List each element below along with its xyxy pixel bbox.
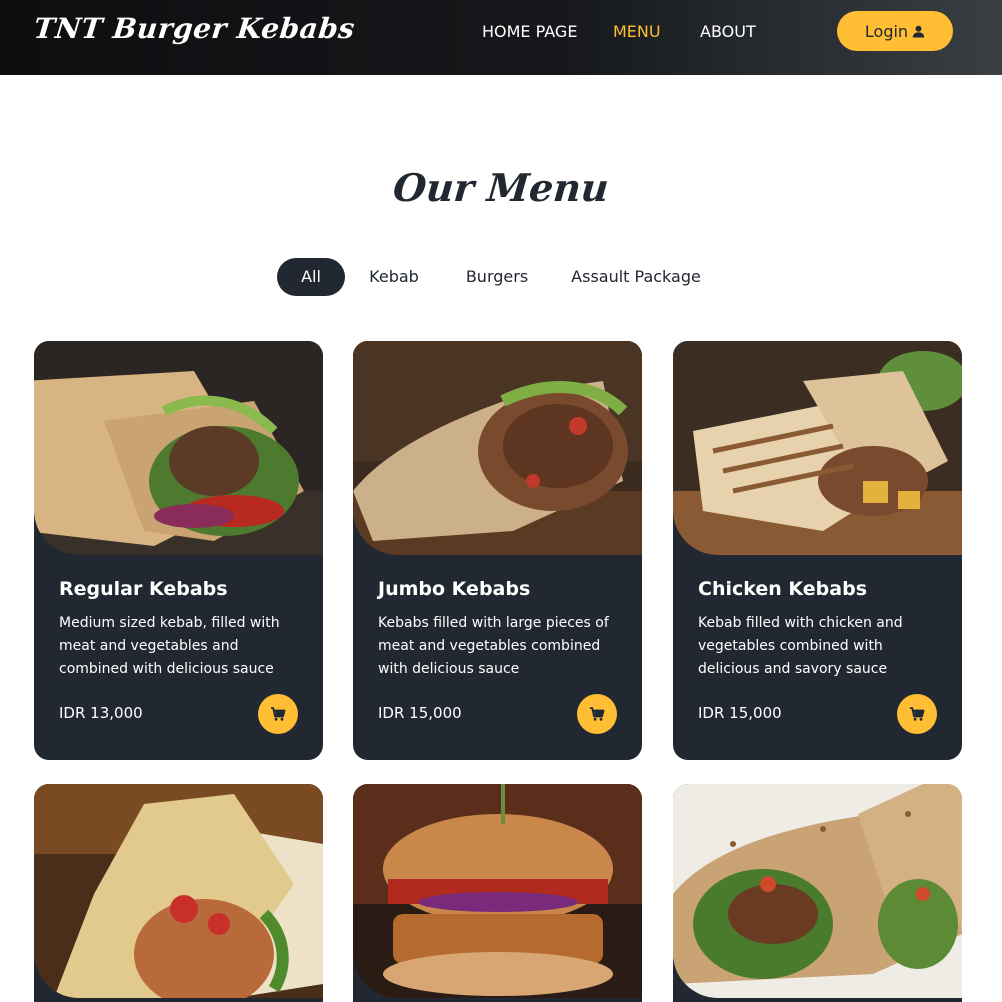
add-to-cart-button[interactable]: [897, 694, 937, 734]
brand-logo[interactable]: TNT Burger Kebabs: [32, 12, 356, 45]
chicken-kebab-photo: [673, 341, 962, 555]
add-to-cart-button[interactable]: [258, 694, 298, 734]
menu-card: Jumbo Kebabs Kebabs filled with large pi…: [353, 341, 642, 760]
jumbo-kebab-photo: [353, 341, 642, 555]
grilled-wrap-photo: [673, 784, 962, 998]
cart-icon: [590, 707, 605, 721]
item-name: Regular Kebabs: [59, 578, 228, 600]
item-price: IDR 15,000: [698, 704, 782, 722]
item-price: IDR 15,000: [378, 704, 462, 722]
login-button[interactable]: Login: [837, 11, 953, 51]
cart-icon: [271, 707, 286, 721]
wrap-photo: [34, 784, 323, 998]
nav-menu[interactable]: MENU: [613, 22, 661, 41]
filter-all[interactable]: All: [277, 258, 345, 296]
add-to-cart-button[interactable]: [577, 694, 617, 734]
user-icon: [912, 25, 925, 38]
nav-about[interactable]: ABOUT: [700, 22, 756, 41]
menu-card: Chicken Kebabs Kebab filled with chicken…: [673, 341, 962, 760]
menu-heading: Our Menu: [391, 165, 611, 210]
item-description: Medium sized kebab, filled with meat and…: [59, 615, 280, 677]
filter-kebab[interactable]: Kebab: [358, 258, 430, 296]
nav-home[interactable]: HOME PAGE: [482, 22, 577, 41]
site-header: TNT Burger Kebabs HOME PAGE MENU ABOUT L…: [0, 0, 1002, 75]
menu-card: Regular Kebabs Medium sized kebab, fille…: [34, 341, 323, 760]
filter-burgers[interactable]: Burgers: [455, 258, 539, 296]
menu-card: [353, 784, 642, 1002]
cart-icon: [910, 707, 925, 721]
item-description: Kebabs filled with large pieces of meat …: [378, 615, 609, 677]
regular-kebab-photo: [34, 341, 323, 555]
item-name: Chicken Kebabs: [698, 578, 868, 600]
burger-photo: [353, 784, 642, 998]
menu-card: [673, 784, 962, 1002]
item-name: Jumbo Kebabs: [378, 578, 531, 600]
item-description: Kebab filled with chicken and vegetables…: [698, 615, 903, 677]
filter-assault-package[interactable]: Assault Package: [565, 258, 707, 296]
menu-card: [34, 784, 323, 1002]
item-price: IDR 13,000: [59, 704, 143, 722]
login-label: Login: [864, 21, 909, 41]
